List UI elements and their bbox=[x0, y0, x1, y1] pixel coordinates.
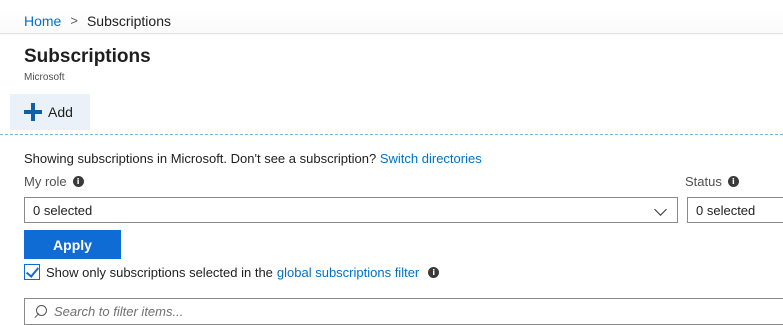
search-icon bbox=[33, 304, 47, 319]
chevron-down-icon bbox=[654, 203, 667, 216]
my-role-dropdown[interactable]: 0 selected bbox=[24, 197, 678, 223]
my-role-label: My role bbox=[24, 174, 67, 189]
page-subtitle: Microsoft bbox=[24, 72, 65, 83]
page-title: Subscriptions bbox=[24, 46, 151, 67]
global-subscriptions-filter-link[interactable]: global subscriptions filter bbox=[277, 265, 419, 280]
search-box bbox=[24, 298, 783, 325]
breadcrumb-home-link[interactable]: Home bbox=[24, 13, 61, 29]
global-filter-option: Show only subscriptions selected in the … bbox=[24, 264, 440, 280]
global-filter-checkbox[interactable] bbox=[24, 264, 40, 280]
directory-info-text: Showing subscriptions in Microsoft. Don'… bbox=[24, 151, 482, 166]
my-role-selected-value: 0 selected bbox=[33, 202, 93, 218]
my-role-label-row: My role i bbox=[24, 174, 84, 189]
info-icon[interactable]: i bbox=[428, 266, 440, 278]
directory-info-message: Showing subscriptions in Microsoft. Don'… bbox=[24, 151, 377, 166]
switch-directories-link[interactable]: Switch directories bbox=[380, 151, 482, 166]
apply-button[interactable]: Apply bbox=[24, 230, 121, 259]
breadcrumb: Home > Subscriptions bbox=[0, 8, 783, 34]
status-label-row: Status i bbox=[685, 174, 739, 189]
info-icon[interactable]: i bbox=[727, 176, 739, 187]
subscriptions-blade: Home > Subscriptions Subscriptions Micro… bbox=[0, 0, 783, 325]
add-button[interactable]: Add bbox=[10, 94, 90, 130]
breadcrumb-current: Subscriptions bbox=[86, 12, 171, 29]
search-input[interactable] bbox=[54, 304, 754, 319]
status-selected-value: 0 selected bbox=[696, 202, 756, 218]
command-bar: Add bbox=[0, 92, 783, 135]
status-dropdown[interactable]: 0 selected bbox=[687, 197, 783, 223]
add-button-label: Add bbox=[48, 104, 73, 120]
info-icon[interactable]: i bbox=[72, 176, 84, 187]
global-filter-text: Show only subscriptions selected in the bbox=[46, 264, 273, 280]
plus-icon bbox=[24, 103, 42, 121]
breadcrumb-separator: > bbox=[70, 13, 78, 28]
status-label: Status bbox=[685, 174, 722, 189]
